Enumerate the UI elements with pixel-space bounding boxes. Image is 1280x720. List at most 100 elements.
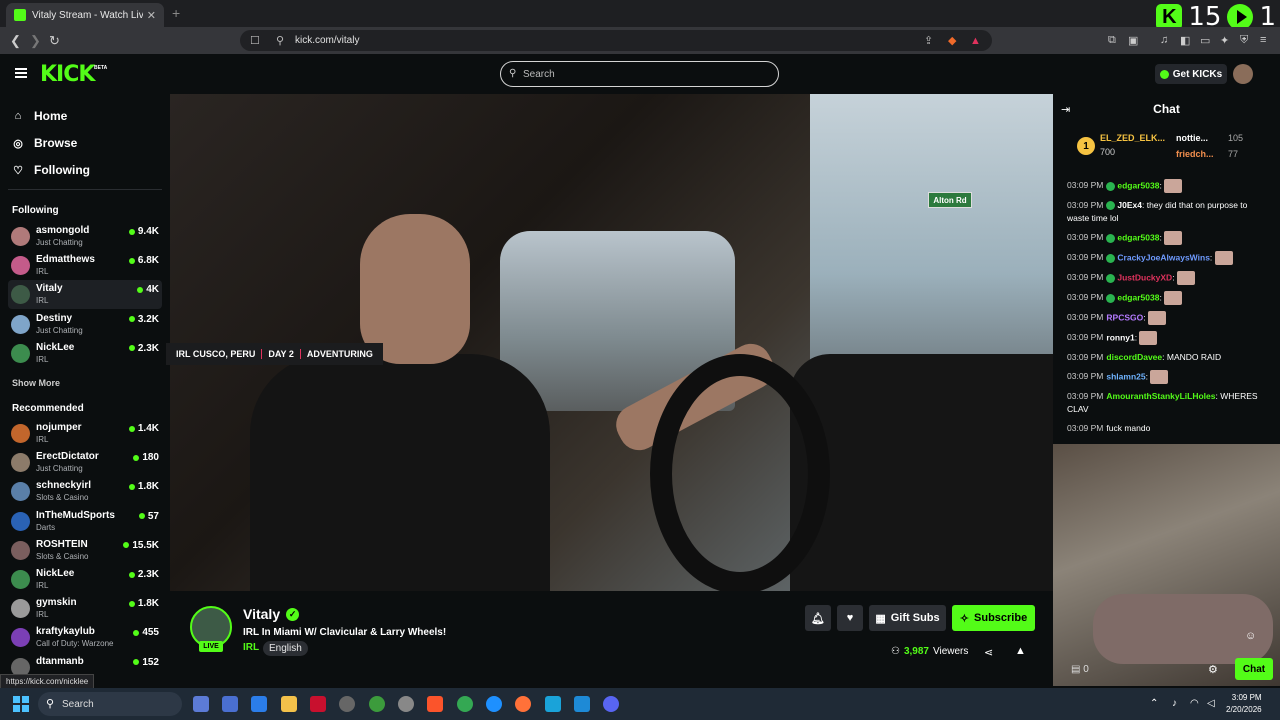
- sidebar-item-home[interactable]: ⌂ Home: [12, 109, 68, 123]
- volume-icon[interactable]: ◁: [1207, 698, 1215, 709]
- notification-bell-button[interactable]: 🔔︎: [805, 605, 831, 631]
- forward-icon[interactable]: ❯: [30, 33, 41, 49]
- menu-icon[interactable]: ≡: [1260, 34, 1266, 46]
- sidebar-channel-nojumper[interactable]: nojumper IRL 1.4K: [8, 419, 162, 448]
- language-tag[interactable]: English: [263, 641, 308, 656]
- wallet-icon[interactable]: ▭: [1200, 34, 1210, 47]
- firefox-icon[interactable]: [515, 696, 531, 712]
- brave-icon[interactable]: [427, 696, 443, 712]
- leader-name[interactable]: EL_ZED_ELK...: [1100, 133, 1165, 143]
- message-username[interactable]: JustDuckyXD: [1117, 272, 1172, 282]
- app-icon[interactable]: [339, 696, 355, 712]
- message-username[interactable]: J0Ex4: [1117, 200, 1142, 210]
- sidebar-channel-gymskin[interactable]: gymskin IRL 1.8K: [8, 594, 162, 623]
- sidebar-item-following[interactable]: ♡ Following: [12, 163, 90, 177]
- message-username[interactable]: CrackyJoeAlwaysWins: [1117, 252, 1210, 262]
- microphone-icon[interactable]: ♪: [1172, 698, 1177, 709]
- follow-heart-button[interactable]: ♥: [837, 605, 863, 631]
- leader-name[interactable]: friedch...: [1176, 149, 1214, 159]
- stream-category-link[interactable]: IRL: [243, 642, 259, 653]
- edge-icon[interactable]: [486, 696, 502, 712]
- vscode-icon[interactable]: [574, 696, 590, 712]
- tab-close-icon[interactable]: ✕: [147, 9, 156, 22]
- sidebar-channel-roshtein[interactable]: ROSHTEIN Slots & Casino 15.5K: [8, 536, 162, 565]
- site-info-icon[interactable]: ⚲: [276, 34, 284, 47]
- sidebar-channel-kraftykaylub[interactable]: kraftykaylub Call of Duty: Warzone 455: [8, 623, 162, 652]
- url-text[interactable]: kick.com/vitaly: [295, 35, 359, 46]
- sidebar-channel-schneckyirl[interactable]: schneckyirl Slots & Casino 1.8K: [8, 477, 162, 506]
- hamburger-menu-icon[interactable]: [15, 68, 27, 78]
- tray-chevron-icon[interactable]: ⌃: [1150, 698, 1158, 709]
- sidebar-channel-inthemudsports[interactable]: InTheMudSports Darts 57: [8, 507, 162, 536]
- taskbar-clock[interactable]: 3:09 PM 2/20/2026: [1226, 692, 1262, 716]
- taskbar-search[interactable]: ⚲ Search: [38, 692, 182, 716]
- streamer-name[interactable]: Vitaly ✓: [243, 606, 300, 622]
- channel-name: nojumper: [36, 422, 82, 433]
- bookmark-icon[interactable]: ☐: [250, 34, 260, 47]
- search-input[interactable]: ⚲ Search: [500, 61, 779, 87]
- file-explorer-icon[interactable]: [281, 696, 297, 712]
- back-icon[interactable]: ❮: [10, 33, 21, 49]
- show-more-link[interactable]: Show More: [12, 378, 60, 388]
- message-username[interactable]: AmouranthStankyLiLHoles: [1106, 391, 1215, 401]
- sidebar-icon[interactable]: ◧: [1180, 34, 1190, 47]
- get-kicks-button[interactable]: Get KICKs: [1155, 64, 1227, 84]
- wifi-icon[interactable]: ◠: [1190, 698, 1199, 709]
- message-username[interactable]: ronny1: [1106, 332, 1134, 342]
- channel-points[interactable]: ▤ 0: [1071, 664, 1089, 675]
- message-username[interactable]: RPCSGO: [1106, 312, 1143, 322]
- sidebar-item-browse[interactable]: ◎ Browse: [12, 136, 77, 150]
- sidebar-channel-erectdictator[interactable]: ErectDictator Just Chatting 180: [8, 448, 162, 477]
- app-icon[interactable]: [310, 696, 326, 712]
- leader-name[interactable]: nottie...: [1176, 133, 1208, 143]
- sidebar-channel-destiny[interactable]: Destiny Just Chatting 3.2K: [8, 310, 162, 339]
- subscribe-button[interactable]: ✧ Subscribe: [952, 605, 1035, 631]
- reload-icon[interactable]: ↻: [49, 33, 60, 49]
- kick-logo[interactable]: KICK: [40, 62, 95, 87]
- report-icon[interactable]: ▲: [1015, 645, 1026, 657]
- media-icon[interactable]: ♫: [1160, 34, 1168, 46]
- vpn-icon[interactable]: ⛨: [1240, 34, 1248, 47]
- extensions-icon[interactable]: ⧉: [1108, 34, 1116, 47]
- new-tab-button[interactable]: +: [172, 5, 180, 21]
- gift-subs-button[interactable]: ▦ Gift Subs: [869, 605, 946, 631]
- sidebar-channel-nicklee[interactable]: NickLee IRL 2.3K: [8, 565, 162, 594]
- discord-icon[interactable]: [603, 696, 619, 712]
- browser-tab[interactable]: Vitaly Stream - Watch Live on ✕: [6, 3, 164, 27]
- app-icon[interactable]: [545, 696, 561, 712]
- message-time: 03:09 PM: [1067, 200, 1104, 210]
- emoji-icon[interactable]: ☺: [1245, 630, 1256, 642]
- app-icon[interactable]: [398, 696, 414, 712]
- viewer-number: 3,987: [903, 646, 929, 657]
- chrome-icon[interactable]: [457, 696, 473, 712]
- message-username[interactable]: edgar5038: [1117, 232, 1159, 242]
- brave-shield-icon[interactable]: ◆: [948, 34, 956, 47]
- app-icon[interactable]: [222, 696, 238, 712]
- share-icon[interactable]: ⇪: [924, 34, 933, 47]
- screenshot-icon[interactable]: ▣: [1128, 34, 1138, 47]
- brave-rewards-icon[interactable]: ▲: [970, 35, 981, 47]
- message-username[interactable]: edgar5038: [1117, 292, 1159, 302]
- windows-start-icon[interactable]: [13, 696, 29, 712]
- message-username[interactable]: shlamn25: [1106, 371, 1145, 381]
- leo-icon[interactable]: ✦: [1220, 34, 1229, 47]
- taskview-icon[interactable]: [193, 696, 209, 712]
- gear-icon[interactable]: ⚙: [1208, 663, 1218, 676]
- channel-avatar: [11, 314, 30, 334]
- address-bar[interactable]: ☐ ⚲ kick.com/vitaly ⇪ ◆ ▲: [240, 30, 992, 51]
- sidebar-channel-vitaly[interactable]: Vitaly IRL 4K: [8, 280, 162, 310]
- viewers-label: Viewers: [933, 646, 969, 657]
- app-icon[interactable]: [369, 696, 385, 712]
- sidebar-channel-nicklee[interactable]: NickLee IRL 2.3K: [8, 339, 162, 368]
- kick-favicon-icon: [14, 9, 26, 21]
- sidebar-channel-edmatthews[interactable]: Edmatthews IRL 6.8K: [8, 251, 162, 280]
- app-icon[interactable]: [251, 696, 267, 712]
- share-icon[interactable]: ⋖: [984, 646, 993, 659]
- user-avatar[interactable]: [1233, 64, 1253, 84]
- send-chat-button[interactable]: Chat: [1235, 658, 1273, 680]
- viewer-count-text: 9.4K: [137, 226, 159, 237]
- site-header: KICK BETA ⚲ Search Get KICKs: [0, 54, 1280, 94]
- sidebar-channel-asmongold[interactable]: asmongold Just Chatting 9.4K: [8, 222, 162, 251]
- message-username[interactable]: edgar5038: [1117, 180, 1159, 190]
- message-username[interactable]: discordDavee: [1106, 352, 1162, 362]
